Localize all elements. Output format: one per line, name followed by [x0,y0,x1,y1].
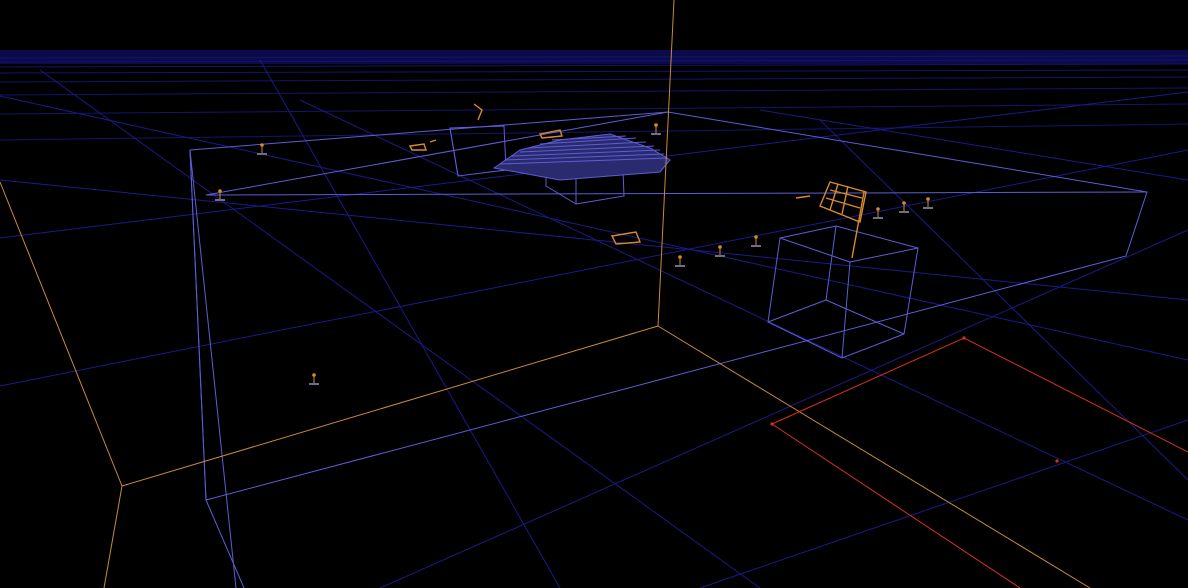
grid-far [0,55,1188,141]
viewport-canvas[interactable] [0,0,1188,588]
point-entity-marker[interactable] [923,197,933,209]
point-entity-marker[interactable] [873,207,883,219]
point-entity-marker[interactable] [309,373,319,385]
point-entity-marker[interactable] [675,255,685,267]
3d-viewport[interactable] [0,0,1188,588]
entity-cluster-left[interactable] [408,139,437,151]
brush-stepped-structure[interactable] [492,133,671,181]
point-entity-marker[interactable] [651,123,661,135]
point-entity-marker[interactable] [715,245,725,257]
brush-right-cube[interactable] [767,225,919,359]
brush-large-box[interactable] [189,111,1148,588]
selection-outline[interactable] [770,336,1188,588]
world-axis [0,0,1091,588]
